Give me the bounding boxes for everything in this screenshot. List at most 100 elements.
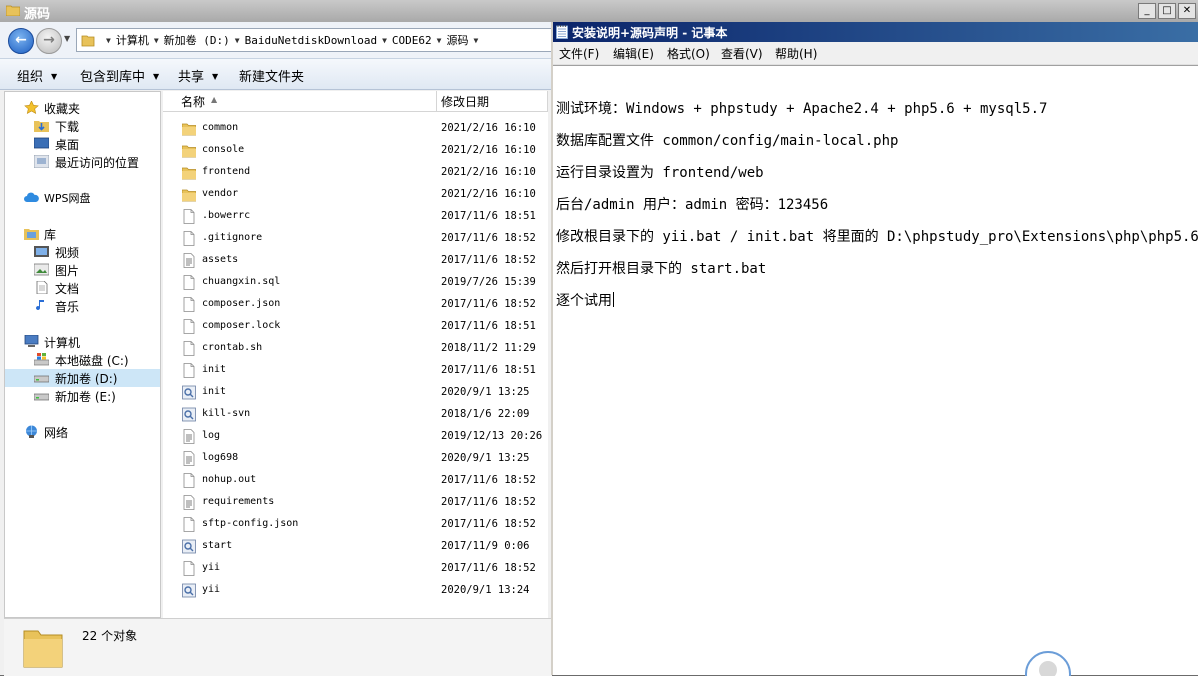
explorer-titlebar[interactable]: 源码 _ □ ✕: [0, 0, 1198, 23]
new-folder-button[interactable]: 新建文件夹: [239, 66, 304, 85]
file-row[interactable]: chuangxin.sql 2019/7/26 15:39: [163, 272, 548, 294]
breadcrumb-source[interactable]: 源码: [446, 32, 468, 48]
nav-desktop[interactable]: 桌面: [5, 135, 160, 153]
nav-volume-e[interactable]: 新加卷 (E:): [5, 387, 160, 405]
details-pane: 22 个对象: [4, 618, 552, 676]
file-row[interactable]: init 2017/11/6 18:51: [163, 360, 548, 382]
file-row[interactable]: log 2019/12/13 20:26: [163, 426, 548, 448]
menu-edit[interactable]: 编辑(E): [613, 45, 654, 62]
file-row[interactable]: .bowerrc 2017/11/6 18:51: [163, 206, 548, 228]
file-row[interactable]: start 2017/11/9 0:06: [163, 536, 548, 558]
picture-icon: [34, 263, 49, 276]
file-date: 2017/11/6 18:52: [441, 232, 536, 244]
file-icon: [183, 363, 195, 378]
windows-drive-icon: [34, 353, 49, 366]
menu-help[interactable]: 帮助(H): [775, 45, 817, 62]
file-date: 2019/7/26 15:39: [441, 276, 536, 288]
menu-view[interactable]: 查看(V): [721, 45, 763, 62]
nav-local-disk-c[interactable]: 本地磁盘 (C:): [5, 351, 160, 369]
file-row[interactable]: composer.lock 2017/11/6 18:51: [163, 316, 548, 338]
text-file-icon: [183, 495, 195, 510]
folder-icon: [23, 630, 63, 668]
file-row[interactable]: assets 2017/11/6 18:52: [163, 250, 548, 272]
nav-music[interactable]: 音乐: [5, 297, 160, 315]
file-date: 2017/11/9 0:06: [441, 540, 530, 552]
library-icon: [24, 229, 39, 240]
file-date: 2017/11/6 18:52: [441, 254, 536, 266]
file-row[interactable]: vendor 2021/2/16 16:10: [163, 184, 548, 206]
file-date: 2017/11/6 18:51: [441, 320, 536, 332]
organize-button[interactable]: 组织 ▼: [17, 66, 57, 85]
chevron-down-icon[interactable]: ▼: [235, 36, 240, 45]
command-bar: 组织 ▼ 包含到库中 ▼ 共享 ▼ 新建文件夹: [0, 58, 552, 90]
breadcrumb-baidunetdisk[interactable]: BaiduNetdiskDownload: [245, 34, 377, 47]
desktop-icon: [34, 137, 49, 149]
nav-documents[interactable]: 文档: [5, 279, 160, 297]
text-file-icon: [183, 253, 195, 268]
notepad-titlebar[interactable]: 安装说明+源码声明 - 记事本: [553, 22, 1198, 42]
window-title: 源码: [24, 7, 51, 22]
include-in-library-button[interactable]: 包含到库中 ▼: [80, 66, 159, 85]
file-row[interactable]: requirements 2017/11/6 18:52: [163, 492, 548, 514]
file-row[interactable]: common 2021/2/16 16:10: [163, 118, 548, 140]
chevron-down-icon[interactable]: ▼: [437, 36, 442, 45]
file-row[interactable]: composer.json 2017/11/6 18:52: [163, 294, 548, 316]
address-input[interactable]: ▼ 计算机 ▼ 新加卷 (D:) ▼ BaiduNetdiskDownload …: [76, 28, 552, 52]
minimize-button[interactable]: _: [1138, 3, 1156, 19]
nav-volume-d[interactable]: 新加卷 (D:): [5, 369, 160, 387]
file-row[interactable]: sftp-config.json 2017/11/6 18:52: [163, 514, 548, 536]
column-header-name[interactable]: 名称: [181, 93, 205, 110]
breadcrumb-computer[interactable]: 计算机: [116, 32, 149, 48]
chevron-down-icon[interactable]: ▼: [473, 36, 478, 45]
menu-file[interactable]: 文件(F): [559, 45, 599, 62]
breadcrumb-vol-d[interactable]: 新加卷 (D:): [164, 32, 230, 48]
breadcrumb-code62[interactable]: CODE62: [392, 34, 432, 47]
file-date: 2017/11/6 18:52: [441, 496, 536, 508]
file-name: requirements: [202, 496, 275, 507]
file-row[interactable]: console 2021/2/16 16:10: [163, 140, 548, 162]
file-date: 2017/11/6 18:51: [441, 364, 536, 376]
nav-downloads[interactable]: 下载: [5, 117, 160, 135]
text-line: 逐个试用: [556, 293, 612, 309]
chevron-down-icon[interactable]: ▼: [382, 36, 387, 45]
chevron-down-icon[interactable]: ▼: [154, 36, 159, 45]
close-button[interactable]: ✕: [1178, 3, 1196, 19]
nav-libraries[interactable]: 库: [5, 225, 160, 243]
file-name: vendor: [202, 188, 239, 199]
nav-wps-cloud[interactable]: WPS网盘: [5, 189, 160, 207]
forward-button[interactable]: →: [36, 28, 62, 54]
file-date: 2021/2/16 16:10: [441, 122, 536, 134]
file-row[interactable]: yii 2020/9/1 13:24: [163, 580, 548, 602]
arrow-left-icon: ←: [15, 32, 27, 48]
file-row[interactable]: nohup.out 2017/11/6 18:52: [163, 470, 548, 492]
nav-favorites[interactable]: 收藏夹: [5, 99, 160, 117]
nav-videos[interactable]: 视频: [5, 243, 160, 261]
file-row[interactable]: init 2020/9/1 13:25: [163, 382, 548, 404]
nav-computer[interactable]: 计算机: [5, 333, 160, 351]
file-row[interactable]: yii 2017/11/6 18:52: [163, 558, 548, 580]
history-dropdown-icon[interactable]: ▼: [64, 34, 70, 43]
menu-format[interactable]: 格式(O): [667, 45, 710, 62]
text-line-with-caret: 逐个试用: [556, 290, 614, 310]
file-name: composer.lock: [202, 320, 281, 331]
file-row[interactable]: log698 2020/9/1 13:25: [163, 448, 548, 470]
file-date: 2017/11/6 18:52: [441, 518, 536, 530]
nav-network[interactable]: 网络: [5, 423, 160, 441]
file-row[interactable]: crontab.sh 2018/11/2 11:29: [163, 338, 548, 360]
folder-icon: [182, 189, 196, 202]
maximize-button[interactable]: □: [1158, 3, 1176, 19]
item-count: 22 个对象: [82, 629, 138, 643]
file-row[interactable]: kill-svn 2018/1/6 22:09: [163, 404, 548, 426]
chevron-down-icon[interactable]: ▼: [106, 36, 111, 45]
file-icon: [183, 209, 195, 224]
file-row[interactable]: frontend 2021/2/16 16:10: [163, 162, 548, 184]
column-header-modified[interactable]: 修改日期: [441, 93, 489, 110]
floating-assistant-icon[interactable]: [1025, 651, 1071, 676]
share-button[interactable]: 共享 ▼: [178, 66, 218, 85]
text-editor[interactable]: 测试环境：Windows + phpstudy + Apache2.4 + ph…: [553, 65, 1198, 676]
file-icon: [183, 319, 195, 334]
nav-recent-places[interactable]: 最近访问的位置: [5, 153, 160, 171]
nav-pictures[interactable]: 图片: [5, 261, 160, 279]
file-row[interactable]: .gitignore 2017/11/6 18:52: [163, 228, 548, 250]
back-button[interactable]: ←: [8, 28, 34, 54]
